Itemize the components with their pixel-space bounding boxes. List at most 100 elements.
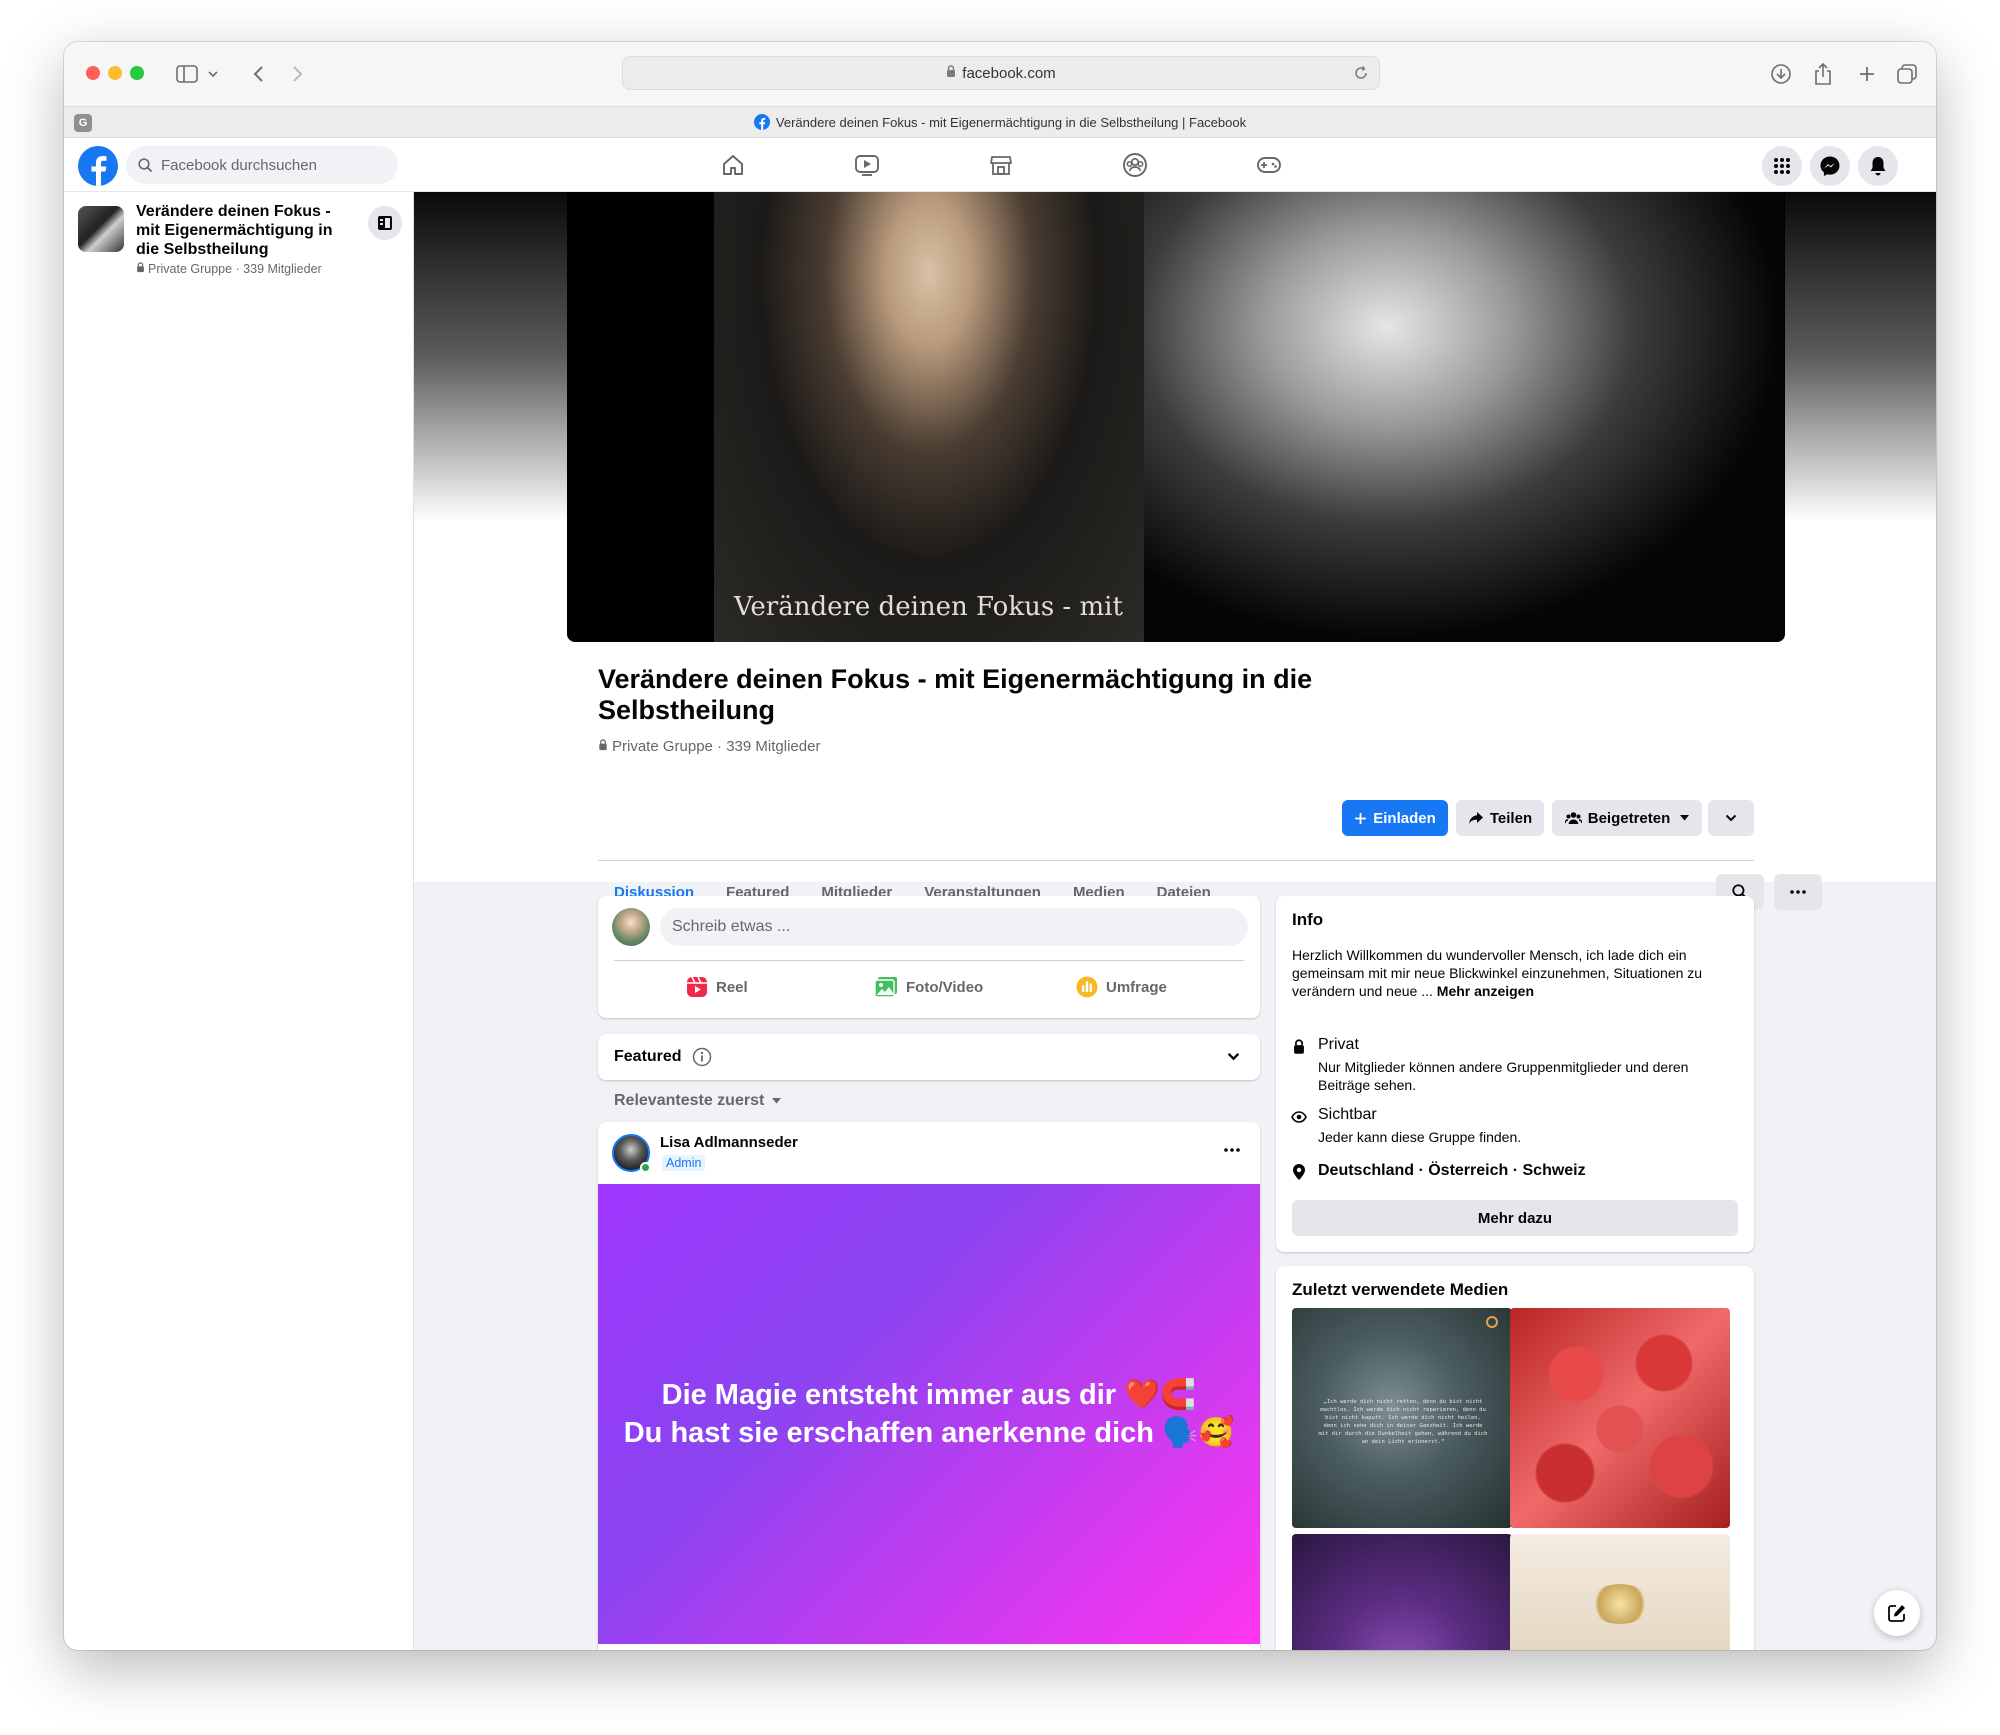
chevron-down-icon[interactable] (1227, 1052, 1240, 1061)
invite-button[interactable]: Einladen (1342, 800, 1448, 836)
messenger-icon[interactable] (1810, 146, 1850, 186)
poll-button[interactable]: Umfrage (1076, 976, 1167, 998)
notifications-bell-icon[interactable] (1858, 146, 1898, 186)
facebook-favicon-icon (753, 114, 770, 130)
visibility-description: Jeder kann diese Gruppe finden. (1318, 1129, 1522, 1145)
cover-text: Verändere deinen Fokus - mit (734, 592, 1123, 622)
post-composer: Schreib etwas ... Reel Foto/Video Umfrag… (598, 896, 1260, 1018)
recent-media-card: Zuletzt verwendete Medien „Ich werde dic… (1276, 1266, 1754, 1650)
video-icon[interactable] (852, 150, 882, 180)
chevron-down-icon (1725, 814, 1737, 822)
minimize-window-button[interactable] (108, 66, 122, 80)
chandelier-shape (1590, 1584, 1650, 1624)
post-card: Lisa Adlmannseder Admin Die Magie entste… (598, 1122, 1260, 1650)
people-icon (1564, 811, 1582, 825)
header-divider (598, 860, 1754, 861)
media-quote-text: „Ich werde dich nicht retten, denn du bi… (1318, 1399, 1488, 1445)
cover-photo[interactable]: Verändere deinen Fokus - mit (567, 192, 1785, 642)
media-thumbnail-flowers[interactable] (1292, 1534, 1512, 1650)
browser-toolbar: facebook.com (64, 42, 1936, 106)
group-header: Verändere deinen Fokus - mit Verändere d… (414, 192, 1936, 921)
pinned-tab[interactable]: G (74, 114, 92, 132)
lock-icon (136, 262, 145, 276)
caret-down-icon (1680, 815, 1690, 821)
group-title[interactable]: Verändere deinen Fokus - mit Eigenermäch… (598, 664, 1358, 726)
learn-more-button[interactable]: Mehr dazu (1292, 1200, 1738, 1236)
user-avatar[interactable] (612, 908, 650, 946)
tab-title[interactable]: Verändere deinen Fokus - mit Eigenermäch… (776, 115, 1246, 130)
share-icon[interactable] (1810, 60, 1836, 88)
group-meta: Private Gruppe · 339 Mitglieder (598, 738, 820, 755)
post-text-line-2: Du hast sie erschaffen anerkenne dich 🗣️… (623, 1417, 1235, 1449)
photo-icon (874, 976, 898, 998)
featured-section[interactable]: Featured (598, 1034, 1260, 1080)
back-icon[interactable] (248, 60, 268, 88)
privacy-title: Privat (1318, 1036, 1359, 1053)
facebook-nav: Facebook durchsuchen (64, 138, 1936, 192)
post-text-line-1: Die Magie entsteht immer aus dir ❤️🧲 (661, 1379, 1197, 1411)
cover-photo-left (714, 192, 1144, 642)
url-text: facebook.com (962, 64, 1056, 82)
lock-icon (598, 738, 608, 755)
composer-input[interactable]: Schreib etwas ... (660, 908, 1248, 946)
new-message-button[interactable] (1874, 1590, 1920, 1636)
reel-button[interactable]: Reel (686, 976, 748, 998)
group-more-button[interactable] (1774, 874, 1822, 910)
media-thumbnail-room[interactable] (1510, 1534, 1730, 1650)
featured-label: Featured (614, 1048, 682, 1065)
visibility-title: Sichtbar (1318, 1106, 1377, 1123)
home-icon[interactable] (718, 150, 748, 180)
search-input[interactable]: Facebook durchsuchen (126, 146, 398, 184)
sidebar-group-title[interactable]: Verändere deinen Fokus - mit Eigenermäch… (136, 202, 346, 259)
post-background-text: Die Magie entsteht immer aus dir ❤️🧲 Du … (598, 1184, 1260, 1644)
cover-photo-right (1144, 192, 1784, 642)
caret-down-icon (772, 1098, 782, 1104)
groups-icon[interactable] (1120, 150, 1150, 180)
marketplace-icon[interactable] (986, 150, 1016, 180)
group-thumbnail[interactable] (78, 206, 124, 252)
eye-icon (1291, 1111, 1307, 1123)
more-options-button[interactable] (1708, 800, 1754, 836)
info-description: Herzlich Willkommen du wundervoller Mens… (1292, 947, 1703, 999)
reload-icon[interactable] (1353, 65, 1369, 85)
plus-icon (1354, 812, 1367, 825)
info-icon[interactable] (692, 1047, 712, 1067)
address-bar[interactable]: facebook.com (622, 56, 1380, 90)
sidebar-group-meta: Private Gruppe · 339 Mitglieder (136, 262, 322, 276)
tab-bar: G Verändere deinen Fokus - mit Eigenermä… (64, 106, 1936, 138)
post-author[interactable]: Lisa Adlmannseder (660, 1134, 798, 1151)
location-text[interactable]: Deutschland · Österreich · Schweiz (1318, 1162, 1586, 1180)
media-thumbnail-quote[interactable]: „Ich werde dich nicht retten, denn du bi… (1292, 1308, 1512, 1528)
photo-video-button[interactable]: Foto/Video (874, 976, 983, 998)
online-status-dot (640, 1162, 651, 1173)
reel-icon (686, 976, 708, 998)
sort-selector[interactable]: Relevanteste zuerst (614, 1092, 782, 1110)
tab-overview-icon[interactable] (1894, 60, 1920, 88)
author-role-badge: Admin (662, 1155, 706, 1171)
menu-grid-icon[interactable] (1762, 146, 1802, 186)
location-pin-icon (1293, 1164, 1305, 1180)
forward-icon[interactable] (288, 60, 308, 88)
share-button[interactable]: Teilen (1456, 800, 1544, 836)
sidebar-toggle-icon[interactable] (174, 60, 200, 88)
sidebar-panel-icon (377, 215, 393, 231)
chevron-down-icon[interactable] (206, 60, 220, 88)
close-window-button[interactable] (86, 66, 100, 80)
zoom-window-button[interactable] (130, 66, 144, 80)
media-thumbnail-strawberries[interactable] (1510, 1308, 1730, 1528)
lock-icon (1292, 1039, 1306, 1055)
joined-button[interactable]: Beigetreten (1552, 800, 1702, 836)
info-card: Info Herzlich Willkommen du wundervoller… (1276, 896, 1754, 1252)
poll-icon (1076, 976, 1098, 998)
new-tab-icon[interactable] (1854, 60, 1880, 88)
compose-icon (1887, 1603, 1907, 1623)
privacy-description: Nur Mitglieder können andere Gruppenmitg… (1318, 1059, 1689, 1093)
lock-icon (946, 64, 956, 82)
facebook-logo-icon[interactable] (78, 146, 118, 186)
show-more-link[interactable]: Mehr anzeigen (1437, 983, 1534, 999)
collapse-sidebar-button[interactable] (368, 206, 402, 240)
post-menu-icon[interactable] (1224, 1148, 1240, 1152)
download-icon[interactable] (1768, 60, 1794, 88)
more-dots-icon (1790, 890, 1806, 894)
gaming-icon[interactable] (1254, 150, 1284, 180)
